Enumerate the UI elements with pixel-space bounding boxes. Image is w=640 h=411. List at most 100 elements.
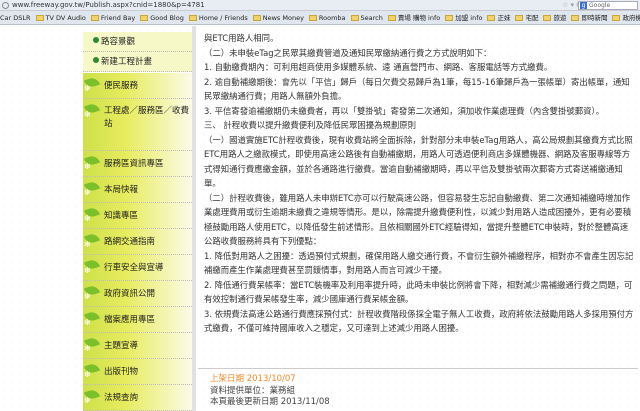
bookmark-item[interactable]: Car DSLR bbox=[0, 11, 31, 24]
flower-icon: ✻ bbox=[84, 188, 91, 197]
folder-icon bbox=[188, 15, 197, 21]
bookmark-item[interactable]: 賣場 購物 info bbox=[387, 11, 441, 24]
bookmark-label: Good Blog bbox=[150, 14, 184, 22]
bookmark-label: Car DSLR bbox=[0, 14, 31, 22]
provider: 資料提供單位：業務組 bbox=[210, 385, 296, 396]
sidebar-item[interactable]: ✻ 工程處／服務區／收費站 bbox=[83, 99, 192, 151]
bookmark-label: 正妹 bbox=[497, 14, 511, 22]
bookmark-item[interactable]: 加盟 info bbox=[445, 11, 483, 24]
sidebar-item-label: 檔案應用專區 bbox=[104, 315, 156, 325]
bookmark-label: 即時新聞 bbox=[581, 14, 608, 22]
flower-icon: ✻ bbox=[84, 84, 91, 93]
paragraph: 2. 逾自動補繳期後：會先以「平信」歸戶（每日欠費交易歸戶為1筆，每15-16筆… bbox=[204, 76, 630, 102]
address-bar[interactable]: www.freeway.gov.tw/Publish.aspx?cnid=188… bbox=[0, 0, 640, 11]
sidebar-item[interactable]: ✻ 法規查詢 bbox=[83, 385, 192, 411]
flower-icon: ✻ bbox=[84, 266, 91, 275]
folder-icon bbox=[515, 15, 524, 21]
sidebar-item-label: 服務區資訊專區 bbox=[104, 159, 164, 169]
bookmark-label: Home / Friends bbox=[198, 14, 248, 22]
bookmark-item[interactable]: Good Blog bbox=[140, 11, 184, 24]
sidebar: 路容景觀 新建工程計畫 ✻ 便民服務 ✻ 工程處／服務區／收費站 ✻ 服務區資訊專區 ✻ 本局快報… bbox=[83, 26, 192, 411]
sidebar-item-label: 便民服務 bbox=[104, 81, 139, 91]
folder-icon bbox=[90, 15, 99, 21]
flower-icon: ✻ bbox=[84, 370, 91, 379]
sidebar-item[interactable]: ✻ 本局快報 bbox=[83, 177, 192, 203]
paragraph: 1. 降低對用路人之困擾：透過預付式規劃，確保用路人繳交通行費，不會衍生額外補繳… bbox=[204, 250, 634, 276]
bookmark-label: 賣場 購物 info bbox=[397, 14, 441, 22]
folder-icon bbox=[445, 15, 454, 21]
bookmark-item[interactable]: TV DV Audio bbox=[35, 11, 86, 24]
sidebar-item[interactable]: ✻ 主題宣導 bbox=[83, 333, 192, 359]
tree-icon bbox=[93, 57, 99, 63]
bookmark-label: News Money bbox=[262, 14, 304, 22]
folder-icon bbox=[612, 15, 621, 21]
article-content: 與ETC用路人相同。 （二）未申裝eTag之民眾其繳費管道及通知民眾繳納通行費之方… bbox=[204, 31, 636, 336]
bookmark-item[interactable]: 宅配 bbox=[515, 11, 539, 24]
bookmark-item[interactable]: News Money bbox=[252, 11, 304, 24]
bookmark-label: 加盟 info bbox=[455, 14, 483, 22]
folder-icon bbox=[350, 15, 359, 21]
bookmark-item[interactable]: 正妹 bbox=[487, 11, 511, 24]
divider bbox=[198, 368, 638, 369]
bookmark-label: 旅遊 bbox=[553, 14, 567, 22]
flower-icon: ✻ bbox=[84, 344, 91, 353]
bookmark-item[interactable]: Home / Friends bbox=[188, 11, 248, 24]
flower-icon: ✻ bbox=[84, 240, 91, 249]
last-updated: 本頁最後更新日期 2013/11/08 bbox=[210, 397, 330, 407]
sidebar-item-label: 知識專區 bbox=[104, 211, 139, 221]
sidebar-item[interactable]: ✻ 便民服務 bbox=[83, 73, 192, 99]
flower-icon: ✻ bbox=[84, 110, 91, 119]
search-input[interactable]: Google bbox=[578, 1, 638, 10]
sidebar-item[interactable]: ✻ 出版刊物 bbox=[83, 359, 192, 385]
sidebar-item-label: 行車安全與宣導 bbox=[104, 263, 164, 273]
sidebar-item[interactable]: ✻ 服務區資訊專區 bbox=[83, 151, 192, 177]
bookmark-item[interactable]: Friend Bay bbox=[90, 11, 135, 24]
folder-icon bbox=[35, 15, 44, 21]
paragraph: 3. 平信寄發逾補繳期仍未繳費者，再以「雙掛號」寄發第二次通知，須加收作業處理費… bbox=[204, 105, 605, 116]
flower-icon: ✻ bbox=[84, 318, 91, 327]
sidebar-item-label: 路網交通指南 bbox=[104, 237, 156, 247]
bookmark-item[interactable]: 旅遊 bbox=[543, 11, 567, 24]
sidebar-item[interactable]: ✻ 路網交通指南 bbox=[83, 229, 192, 255]
paragraph: （二）計程收費後，雖用路人未申辦ETC亦可以行駛高速公路，但容易發生忘記自動繳費… bbox=[204, 192, 632, 247]
paragraph: 1. 自動繳費期內：可利用超商使用多媒體系統、遠 通直營門市、網路、客服電話等方… bbox=[204, 62, 553, 72]
folder-icon bbox=[308, 15, 317, 21]
bookmark-label: 宅配 bbox=[525, 14, 539, 22]
bookmark-label: 政府機關 bbox=[622, 14, 640, 22]
sidebar-item-label: 本局快報 bbox=[104, 185, 139, 195]
flower-icon: ✻ bbox=[84, 396, 91, 405]
sidebar-item[interactable]: ✻ 知識專區 bbox=[83, 203, 192, 229]
bookmark-item[interactable]: 即時新聞 bbox=[571, 11, 608, 24]
paragraph: 與ETC用路人相同。 bbox=[204, 33, 279, 43]
bookmark-item[interactable]: Search bbox=[350, 11, 383, 24]
tree-icon bbox=[93, 37, 99, 43]
bookmarks-bar: Car DSLR TV DV Audio Friend Bay Good Blog Ho… bbox=[0, 11, 640, 25]
folder-icon bbox=[252, 15, 261, 21]
flower-icon: ✻ bbox=[84, 162, 91, 171]
bookmark-item[interactable]: Roomba bbox=[308, 11, 346, 24]
sidebar-item[interactable]: ✻ 政府資訊公開 bbox=[83, 281, 192, 307]
sidebar-scrollbar[interactable] bbox=[192, 26, 196, 411]
sidebar-item-label: 政府資訊公開 bbox=[104, 289, 156, 299]
sidebar-item[interactable]: ✻ 檔案應用專區 bbox=[83, 307, 192, 333]
page-footer: 上架日期 2013/10/07 資料提供單位：業務組 本頁最後更新日期 2013… bbox=[210, 374, 330, 409]
sidebar-subitem-label: 新建工程計畫 bbox=[101, 57, 153, 67]
flower-icon: ✻ bbox=[84, 214, 91, 223]
publish-date: 上架日期 2013/10/07 bbox=[210, 374, 296, 384]
sidebar-item-label: 主題宣導 bbox=[104, 341, 139, 351]
paragraph: （一）國道實施ETC計程收費後，現有收費站將全面拆除，針對部分未申裝eTag用路… bbox=[204, 134, 633, 189]
sidebar-subitem[interactable]: 路容景觀 bbox=[83, 32, 192, 52]
sidebar-subitem[interactable]: 新建工程計畫 bbox=[83, 52, 192, 72]
paragraph: （二）未申裝eTag之民眾其繳費管道及通知民眾繳納通行費之方式說明如下： bbox=[204, 47, 492, 58]
paragraph: 2. 降低通行費呆帳率：當ETC裝機率及利用率提升時，此時未申裝比例將會下降，相… bbox=[204, 279, 633, 305]
folder-icon bbox=[140, 15, 149, 21]
bookmark-label: Search bbox=[360, 14, 383, 22]
url-text[interactable]: www.freeway.gov.tw/Publish.aspx?cnid=188… bbox=[12, 0, 205, 11]
sidebar-item-label: 出版刊物 bbox=[104, 367, 139, 377]
globe-icon bbox=[2, 2, 9, 9]
sidebar-item[interactable]: ✻ 行車安全與宣導 bbox=[83, 255, 192, 281]
folder-icon bbox=[487, 15, 496, 21]
bookmark-item[interactable]: 政府機關 bbox=[612, 11, 640, 24]
flower-icon: ✻ bbox=[84, 292, 91, 301]
paragraph: 3. 依規費法高速公路通行費應採預付式：計程收費階段係採全電子無人工收費，政府將… bbox=[204, 308, 634, 334]
